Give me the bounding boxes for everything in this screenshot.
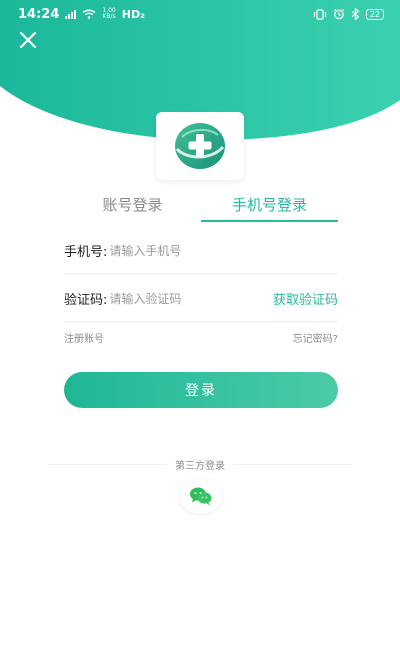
wifi-icon (82, 9, 96, 19)
verification-code-label: 验证码: (64, 293, 108, 308)
third-party-login-divider: 第三方登录 (48, 456, 352, 472)
status-right: 22 (313, 8, 384, 20)
verification-code-input[interactable] (109, 291, 273, 306)
status-bar: 14:24 1.00 KB/s HD₂ 22 (0, 0, 400, 28)
tab-phone-login[interactable]: 手机号登录 (201, 190, 338, 224)
battery-indicator: 22 (365, 8, 384, 20)
phone-input[interactable] (109, 243, 338, 258)
network-speed-unit: KB/s (102, 13, 116, 20)
phone-label: 手机号: (64, 245, 108, 260)
status-time: 14:24 (18, 6, 60, 22)
login-button[interactable]: 登录 (64, 372, 338, 408)
network-speed: 1.00 KB/s (102, 8, 115, 20)
divider-line-right (233, 463, 352, 465)
wechat-login-button[interactable] (180, 479, 222, 513)
app-logo-card (156, 112, 244, 180)
network-type: HD₂ (121, 7, 145, 21)
login-tabs: 账号登录 手机号登录 (64, 190, 338, 224)
third-party-login-label: 第三方登录 (175, 460, 225, 472)
get-verification-code-button[interactable]: 获取验证码 (273, 289, 338, 308)
bluetooth-icon (351, 8, 360, 20)
auxiliary-links: 注册账号 忘记密码? (64, 330, 338, 345)
vibrate-icon (313, 8, 326, 20)
verification-code-row: 验证码: 获取验证码 (64, 276, 338, 322)
app-logo-icon (175, 123, 225, 169)
phone-row: 手机号: (64, 228, 338, 274)
register-account-link[interactable]: 注册账号 (64, 330, 104, 345)
alarm-icon (333, 8, 344, 20)
forgot-password-link[interactable]: 忘记密码? (293, 330, 338, 345)
close-button[interactable] (14, 26, 42, 54)
login-screen: 14:24 1.00 KB/s HD₂ 22 账号登录 手机号登录 手机号: 请… (0, 0, 400, 666)
close-icon (19, 31, 37, 49)
tab-account-login[interactable]: 账号登录 (64, 190, 201, 224)
wechat-icon (190, 487, 212, 506)
divider-line-left (48, 463, 167, 465)
signal-icon (65, 9, 77, 19)
status-left: 14:24 1.00 KB/s HD₂ (18, 7, 145, 22)
